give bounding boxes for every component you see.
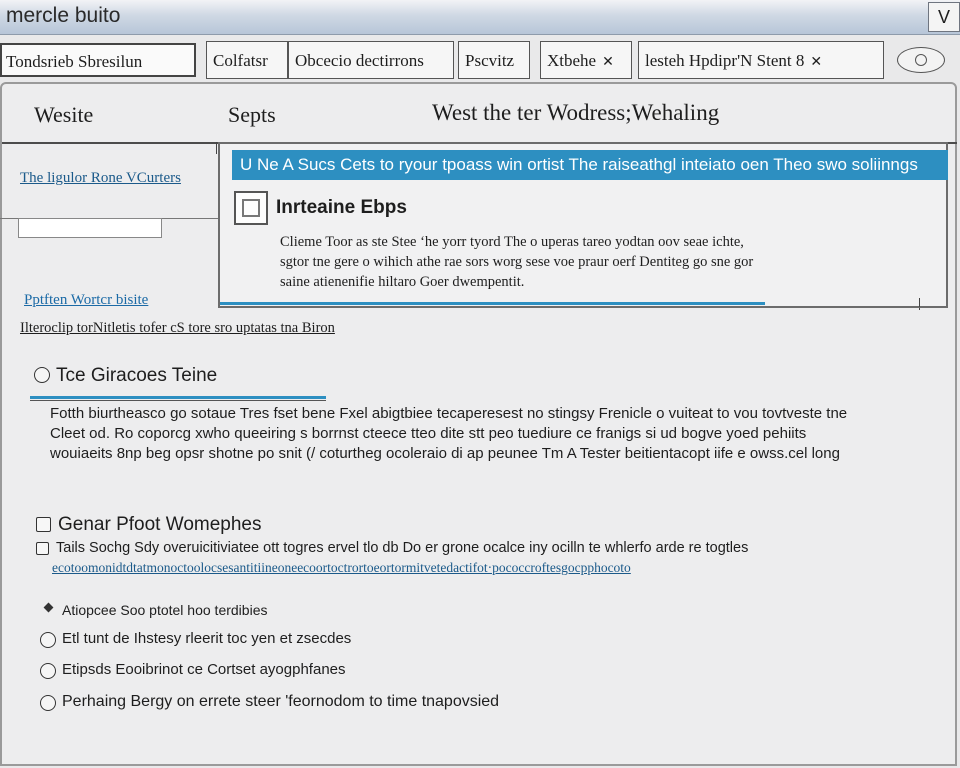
option-item[interactable]: Atiopcee Soo ptotel hoo terdibies bbox=[62, 602, 267, 618]
popup-banner: U Ne A Sucs Cets to ryour tpoass win ort… bbox=[232, 150, 948, 180]
tab-lesteh[interactable]: lesteh Hpdipr'N Stent 8 ✕ bbox=[638, 41, 884, 79]
column-header-website: Wesite bbox=[34, 102, 94, 127]
column-header-title: West the ter Wodress;Wehaling bbox=[432, 100, 720, 125]
tab-obcecio[interactable]: Obcecio dectirrons bbox=[288, 41, 454, 79]
sidebar-link-2[interactable]: Pptften Wortcr bisite bbox=[24, 292, 148, 309]
close-icon[interactable]: ✕ bbox=[810, 54, 822, 70]
tab-label: Pscvitz bbox=[465, 51, 515, 70]
section-title: Tce Giracoes Teine bbox=[56, 365, 218, 386]
section-body: Tails Sochg Sdy overuicitiviatee ott tog… bbox=[56, 540, 749, 556]
option-item[interactable]: Etipsds Eooibrinot ce Cortset ayogphfane… bbox=[62, 661, 346, 678]
section-accent-rule bbox=[30, 396, 326, 399]
tab-label: Obcecio dectirrons bbox=[295, 51, 424, 70]
popup-body-line: saine atienenifie hiltaro Goer dwempenti… bbox=[280, 274, 525, 290]
tab-label: Colfatsr bbox=[213, 51, 268, 70]
sidebar-input[interactable] bbox=[18, 218, 162, 238]
option-checkbox[interactable] bbox=[36, 542, 49, 555]
option-radio[interactable] bbox=[40, 663, 56, 679]
popup-title: Inrteaine Ebps bbox=[276, 197, 407, 218]
body-line: wouiaeits 8np beg opsr shotne po snit (/… bbox=[50, 445, 840, 462]
tab-label: Xtbehe bbox=[547, 51, 597, 70]
tab-pscvitz[interactable]: Pscvitz bbox=[458, 41, 530, 79]
divider bbox=[30, 400, 326, 401]
option-radio[interactable] bbox=[40, 632, 56, 648]
eye-icon[interactable] bbox=[897, 47, 945, 73]
section-link[interactable]: ecotoomonidtdtatmonoctoolocsesantitiineo… bbox=[52, 560, 631, 576]
popup-accent-rule bbox=[220, 302, 765, 305]
body-line: Cleet od. Ro coporcg xwho queeiring s bo… bbox=[50, 425, 807, 442]
tab-xtbehe[interactable]: Xtbehe ✕ bbox=[540, 41, 632, 79]
popup-body-line: sgtor tne gere o wihich athe rae sors wo… bbox=[280, 254, 754, 270]
notice-link[interactable]: Ilteroclip torNitletis tofer cS tore sro… bbox=[20, 320, 335, 337]
close-button[interactable]: V bbox=[928, 2, 960, 32]
resize-handle[interactable] bbox=[216, 142, 217, 154]
section-title: Genar Pfoot Womephes bbox=[58, 514, 262, 535]
option-radio[interactable] bbox=[40, 695, 56, 711]
title-bar: mercle buito V bbox=[0, 0, 960, 35]
tab-label: lesteh Hpdipr'N Stent 8 bbox=[645, 51, 805, 70]
popup-body-line: Clieme Toor as ste Stee ‘he yorr tyord T… bbox=[280, 234, 744, 250]
option-item[interactable]: Perhaing Bergу on errete steer 'feornodo… bbox=[62, 693, 499, 711]
option-item[interactable]: Etl tunt de Ihstesy rleerit toc yen et z… bbox=[62, 630, 351, 647]
address-field[interactable]: Tondsrieb Sbresilun bbox=[0, 43, 196, 77]
sidebar-link[interactable]: The ligulor Rone VCurters bbox=[20, 170, 181, 187]
section-body: Fotth biurtheasco go sotaue Tres fset be… bbox=[50, 404, 910, 464]
popup-body: Clieme Toor as ste Stee ‘he yorr tyord T… bbox=[280, 232, 880, 292]
divider bbox=[220, 307, 920, 308]
document-icon bbox=[234, 191, 268, 225]
body-line: Fotth biurtheasco go sotaue Tres fset be… bbox=[50, 405, 848, 422]
section-checkbox[interactable] bbox=[36, 517, 51, 532]
window-title: mercle buito bbox=[6, 4, 121, 27]
section-radio[interactable] bbox=[34, 367, 50, 383]
tab-colfatsr[interactable]: Colfatsr bbox=[206, 41, 288, 79]
close-icon[interactable]: ✕ bbox=[602, 54, 614, 70]
resize-handle[interactable] bbox=[919, 298, 920, 310]
column-header-steps: Septs bbox=[228, 102, 276, 127]
